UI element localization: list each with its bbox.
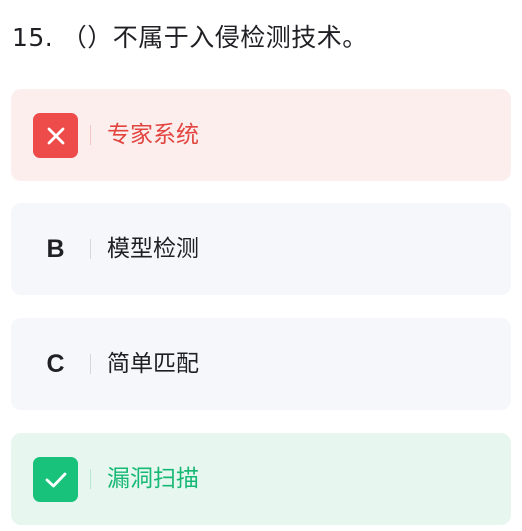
- option-divider: [90, 354, 91, 374]
- option-b[interactable]: B 模型检测: [11, 203, 511, 295]
- check-icon: [33, 457, 78, 502]
- option-c-letter: C: [46, 350, 65, 378]
- option-b-label: 模型检测: [107, 236, 199, 262]
- close-icon: [33, 113, 78, 158]
- option-b-letter: B: [46, 235, 65, 263]
- option-divider: [90, 125, 91, 145]
- option-d-label: 漏洞扫描: [107, 466, 199, 492]
- option-divider: [90, 469, 91, 489]
- option-a-label: 专家系统: [107, 122, 199, 148]
- option-d[interactable]: 漏洞扫描: [11, 433, 511, 525]
- option-c[interactable]: C 简单匹配: [11, 318, 511, 410]
- option-divider: [90, 239, 91, 259]
- option-a[interactable]: 专家系统: [11, 89, 511, 181]
- question-text: 15. （）不属于入侵检测技术。: [12, 23, 368, 52]
- option-c-label: 简单匹配: [107, 351, 199, 377]
